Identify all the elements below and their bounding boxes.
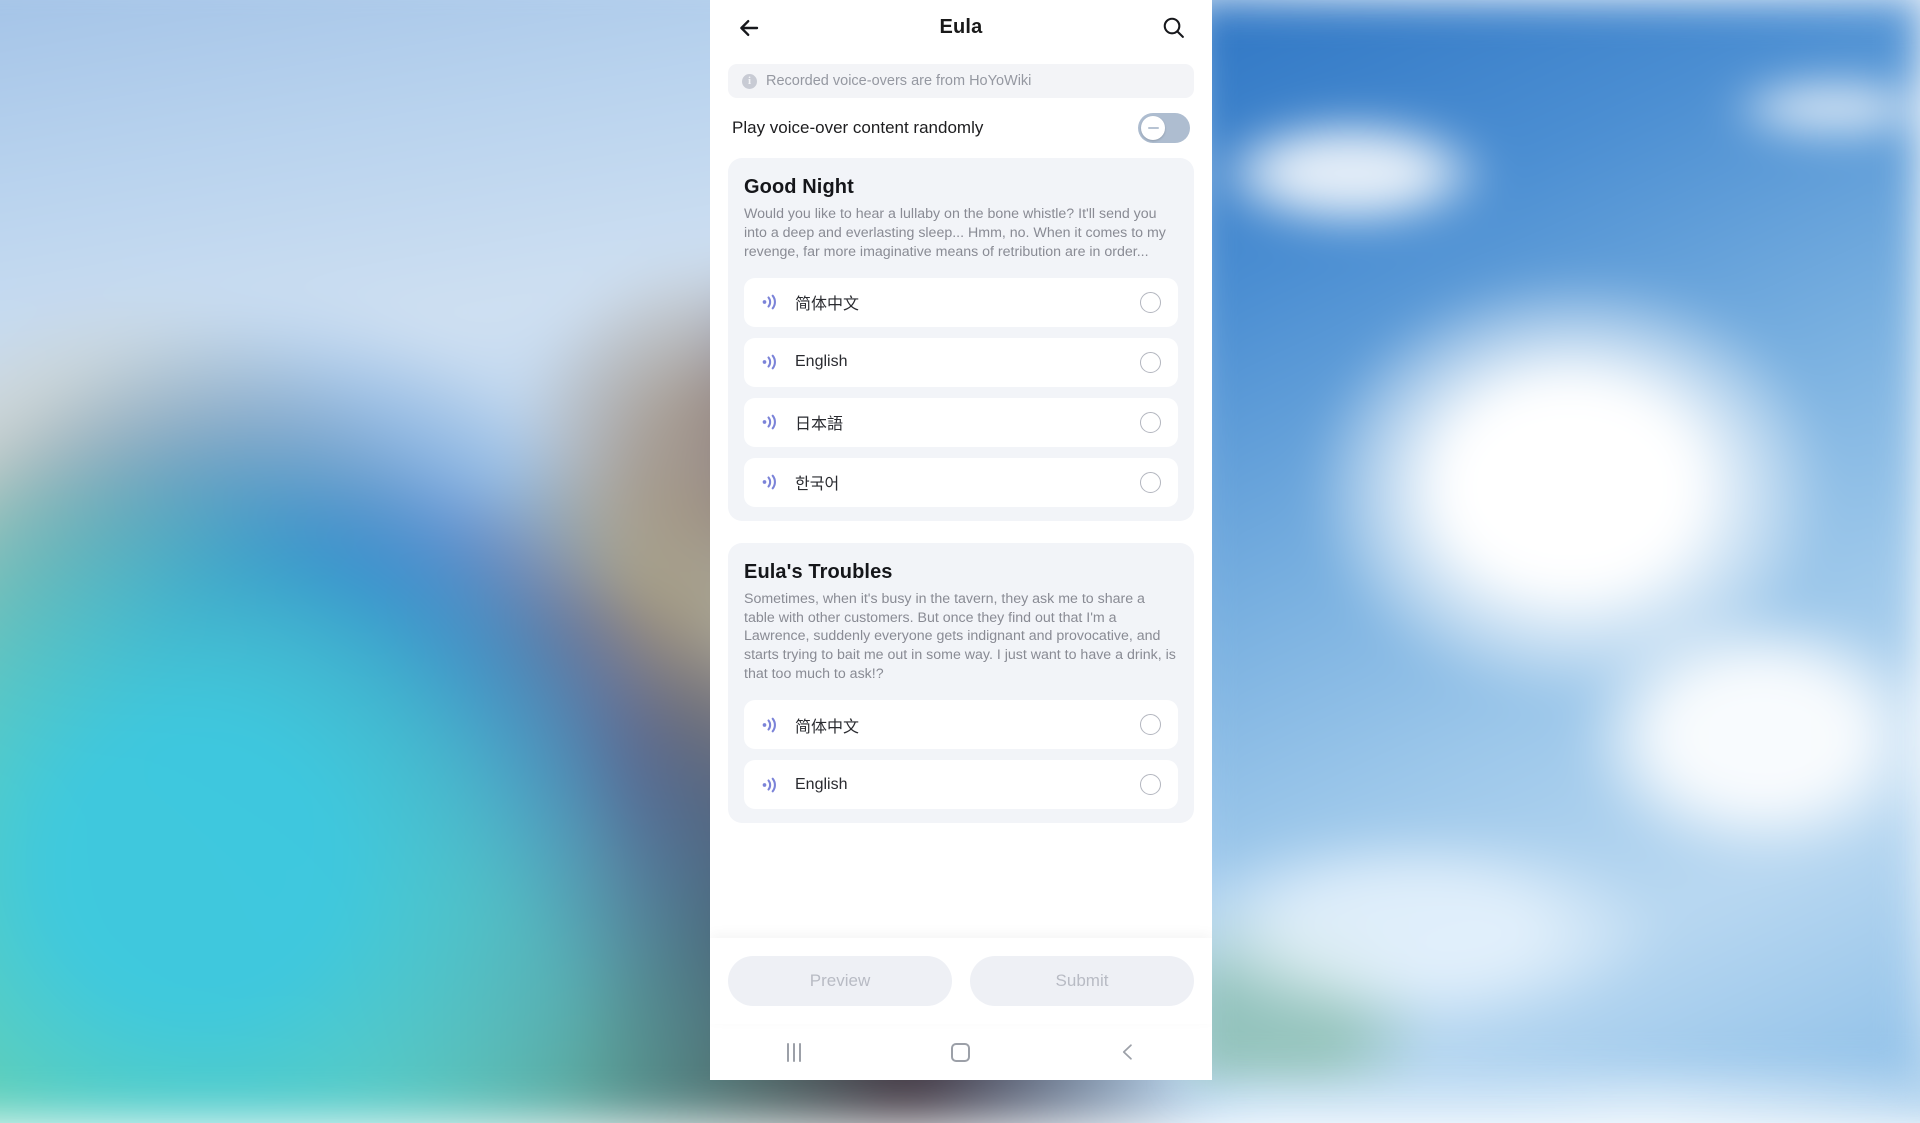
language-row[interactable]: 한국어 xyxy=(744,457,1178,507)
voiceover-group-title: Good Night xyxy=(744,176,854,198)
language-row[interactable]: 日本語 xyxy=(744,397,1178,447)
chevron-left-icon xyxy=(1123,1044,1133,1060)
content-scroll-area[interactable]: i Recorded voice-overs are from HoYoWiki… xyxy=(710,55,1212,938)
page-title: Eula xyxy=(939,16,983,38)
nav-back-button[interactable] xyxy=(1093,1032,1163,1072)
back-button[interactable] xyxy=(732,11,766,45)
language-radio[interactable] xyxy=(1140,714,1161,735)
speaker-wave-icon xyxy=(762,294,776,310)
language-radio[interactable] xyxy=(1140,291,1161,313)
random-playback-toggle[interactable] xyxy=(1138,113,1190,143)
speaker-wave-icon xyxy=(762,777,776,792)
nav-home-button[interactable] xyxy=(926,1032,996,1072)
language-row[interactable]: English xyxy=(744,337,1178,387)
nav-recents-button[interactable] xyxy=(759,1032,829,1072)
language-radio[interactable] xyxy=(1140,774,1161,795)
home-icon xyxy=(951,1042,971,1062)
speaker-wave-icon xyxy=(762,474,776,490)
action-bar: Preview Submit xyxy=(710,938,1212,1024)
language-label: 简体中文 xyxy=(795,296,860,314)
notice-text: Recorded voice-overs are from HoYoWiki xyxy=(766,73,1032,89)
search-icon xyxy=(1163,17,1184,38)
submit-button[interactable]: Submit xyxy=(970,956,1194,1006)
background-wallpaper-sky xyxy=(1190,0,1920,1080)
recents-icon xyxy=(786,1042,801,1062)
language-radio[interactable] xyxy=(1140,471,1161,493)
random-playback-row[interactable]: Play voice-over content randomly xyxy=(728,98,1194,158)
language-label: 한국어 xyxy=(795,476,840,494)
voiceover-group-card: Eula's Troubles Sometimes, when it's bus… xyxy=(728,542,1194,823)
language-radio[interactable] xyxy=(1140,351,1161,373)
preview-button[interactable]: Preview xyxy=(728,956,952,1006)
language-row[interactable]: 简体中文 xyxy=(744,700,1178,749)
voiceover-group-description: Sometimes, when it's busy in the tavern,… xyxy=(744,590,1176,683)
app-bar: Eula xyxy=(710,0,1212,55)
info-icon: i xyxy=(742,73,757,89)
language-label: English xyxy=(795,775,848,793)
voiceover-group-card: Good Night Would you like to hear a lull… xyxy=(728,158,1194,521)
voiceover-group-description: Would you like to hear a lullaby on the … xyxy=(744,206,1166,260)
language-list: 简体中文 English xyxy=(744,277,1178,507)
language-label: English xyxy=(795,353,848,371)
arrow-left-icon xyxy=(740,19,759,36)
speaker-wave-icon xyxy=(762,354,776,370)
random-playback-label: Play voice-over content randomly xyxy=(732,118,984,137)
language-row[interactable]: 简体中文 xyxy=(744,277,1178,327)
toggle-knob xyxy=(1141,116,1165,140)
notice-bar: i Recorded voice-overs are from HoYoWiki xyxy=(728,64,1194,98)
speaker-wave-icon xyxy=(762,414,776,430)
phone-screen: Eula i Recorded voice-overs are from HoY… xyxy=(710,0,1212,1080)
language-row[interactable]: English xyxy=(744,760,1178,809)
search-button[interactable] xyxy=(1156,11,1190,45)
speaker-wave-icon xyxy=(762,717,776,732)
voiceover-group-title: Eula's Troubles xyxy=(744,560,893,583)
android-nav-bar xyxy=(710,1024,1212,1080)
language-label: 简体中文 xyxy=(795,718,860,736)
language-label: 日本語 xyxy=(795,416,844,434)
language-radio[interactable] xyxy=(1140,411,1161,433)
language-list: 简体中文 English xyxy=(744,700,1178,809)
